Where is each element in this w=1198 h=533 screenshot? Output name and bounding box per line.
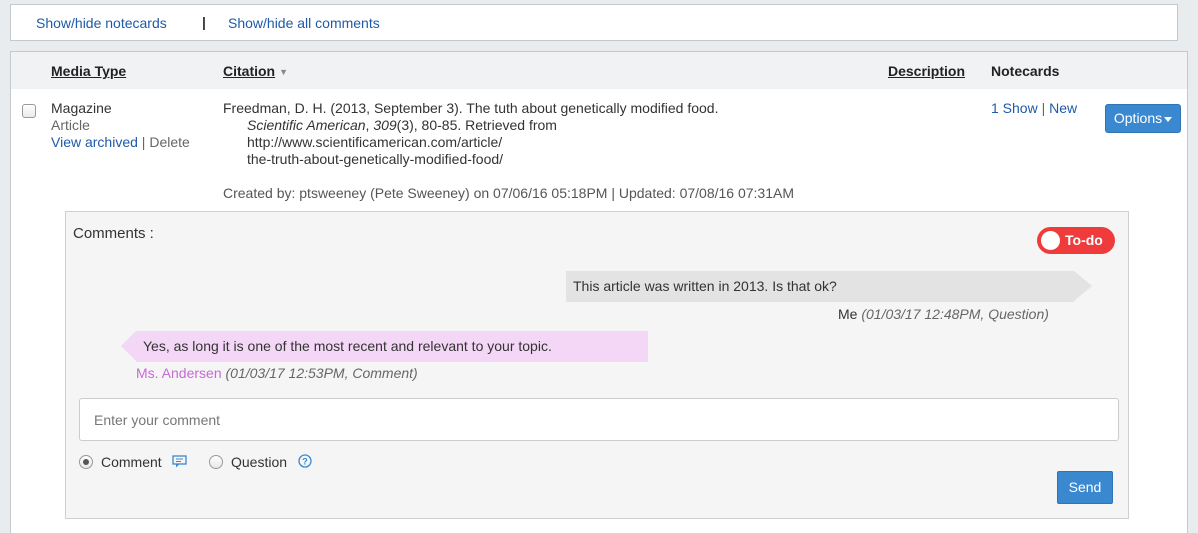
new-notecard-link[interactable]: New: [1049, 100, 1077, 116]
show-hide-comments-link[interactable]: Show/hide all comments: [228, 15, 380, 31]
media-type-header[interactable]: Media Type: [51, 63, 126, 79]
my-comment-timestamp: (01/03/17 12:48PM, Question): [861, 306, 1049, 322]
media-type: Magazine: [51, 100, 112, 116]
view-archived-link[interactable]: View archived: [51, 134, 138, 150]
options-button[interactable]: Options: [1105, 104, 1181, 133]
sort-icon[interactable]: ▼: [279, 67, 288, 77]
teacher-comment-timestamp: (01/03/17 12:53PM, Comment): [225, 365, 418, 381]
my-comment-text: This article was written in 2013. Is tha…: [573, 278, 837, 294]
comment-radio-label[interactable]: Comment: [101, 454, 162, 470]
show-hide-notecards-link[interactable]: Show/hide notecards: [36, 15, 167, 31]
sources-table: Media Type Citation ▼ Description Notecar…: [10, 51, 1188, 533]
todo-toggle[interactable]: To-do: [1037, 227, 1115, 254]
delete-link[interactable]: Delete: [149, 134, 189, 150]
citation-url-2: the-truth-about-genetically-modified-foo…: [247, 151, 504, 167]
citation-url-1: http://www.scientificamerican.com/articl…: [247, 134, 503, 150]
teacher-comment-text: Yes, as long it is one of the most recen…: [143, 338, 552, 354]
teacher-comment-bubble: Yes, as long it is one of the most recen…: [121, 331, 648, 362]
description-header[interactable]: Description: [888, 63, 965, 79]
citation-cell: Freedman, D. H. (2013, September 3). The…: [223, 100, 718, 168]
comments-panel: Comments : To-do This article was writte…: [65, 211, 1129, 519]
toggle-knob-icon: [1041, 231, 1060, 250]
notecards-separator: |: [1041, 100, 1046, 116]
my-comment-bubble: This article was written in 2013. Is tha…: [566, 271, 1092, 302]
comments-title: Comments :: [73, 225, 154, 242]
citation-volume: 309: [373, 117, 397, 133]
comment-input[interactable]: [79, 398, 1119, 441]
citation-line-2: Scientific American, 309(3), 80-85. Retr…: [223, 117, 718, 134]
svg-text:?: ?: [302, 457, 308, 467]
created-updated-info: Created by: ptsweeney (Pete Sweeney) on …: [223, 185, 795, 201]
notecards-cell: 1 Show | New: [991, 100, 1077, 117]
comment-radio[interactable]: [79, 455, 93, 469]
table-header: Media Type Citation ▼ Description Notecar…: [11, 52, 1187, 89]
citation-journal: Scientific American: [247, 117, 366, 133]
row-checkbox[interactable]: [22, 104, 36, 118]
media-subtype: Article: [51, 117, 90, 133]
teacher-comment-author: Ms. Andersen: [136, 365, 222, 381]
citation-pages: (3), 80-85. Retrieved from: [396, 117, 557, 133]
show-notecards-link[interactable]: 1 Show: [991, 100, 1038, 116]
question-help-icon: ?: [298, 454, 312, 468]
question-radio[interactable]: [209, 455, 223, 469]
my-comment-meta: Me (01/03/17 12:48PM, Question): [838, 306, 1049, 322]
teacher-comment-meta: Ms. Andersen (01/03/17 12:53PM, Comment): [136, 365, 418, 381]
todo-label: To-do: [1065, 232, 1103, 248]
caret-down-icon: [1164, 116, 1173, 122]
citation-line-1: Freedman, D. H. (2013, September 3). The…: [223, 100, 719, 116]
toolbar: Show/hide notecards | Show/hide all comm…: [10, 4, 1178, 41]
notecards-header: Notecards: [991, 63, 1060, 79]
citation-header[interactable]: Citation ▼: [223, 63, 288, 79]
media-type-cell: Magazine Article View archived | Delete: [51, 100, 190, 151]
toolbar-separator: |: [202, 14, 206, 30]
citation-header-label[interactable]: Citation: [223, 63, 275, 79]
question-radio-label[interactable]: Question: [231, 454, 287, 470]
action-separator: |: [141, 134, 146, 150]
my-comment-author: Me: [838, 306, 858, 322]
options-label: Options: [1113, 110, 1163, 126]
comment-icon: [172, 455, 187, 468]
send-button[interactable]: Send: [1057, 471, 1113, 504]
